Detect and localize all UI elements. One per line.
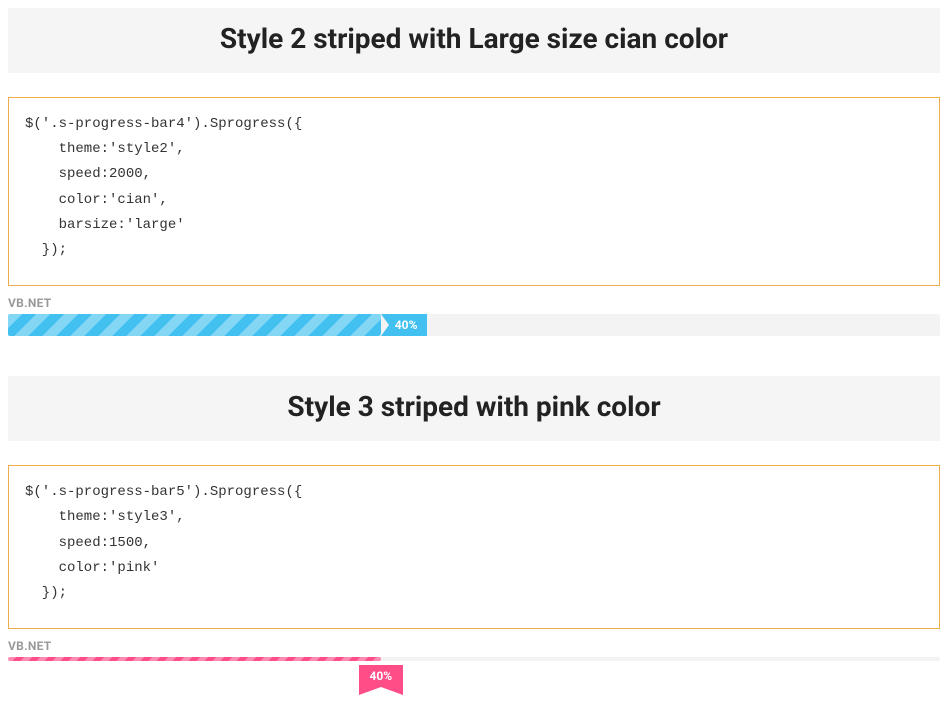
section-title: Style 3 striped with pink color — [8, 376, 940, 441]
progress-label: VB.NET — [8, 296, 940, 310]
tag-notch — [381, 314, 389, 336]
progress-label: VB.NET — [8, 639, 940, 653]
percent-tag: 40% — [381, 314, 428, 336]
percent-label: 40% — [389, 314, 428, 336]
section-title: Style 2 striped with Large size cian col… — [8, 8, 940, 73]
progress-bar-track: 40% — [8, 657, 940, 661]
code-block: $('.s-progress-bar4').Sprogress({ theme:… — [8, 97, 940, 286]
progress-bar-track: 40% — [8, 314, 940, 336]
percent-label: 40% — [359, 665, 403, 687]
percent-ribbon: 40% — [359, 665, 403, 695]
ribbon-tail — [359, 687, 403, 695]
code-block: $('.s-progress-bar5').Sprogress({ theme:… — [8, 465, 940, 629]
progress-bar-fill: 40% — [8, 314, 381, 336]
progress-bar-fill: 40% — [8, 657, 381, 661]
